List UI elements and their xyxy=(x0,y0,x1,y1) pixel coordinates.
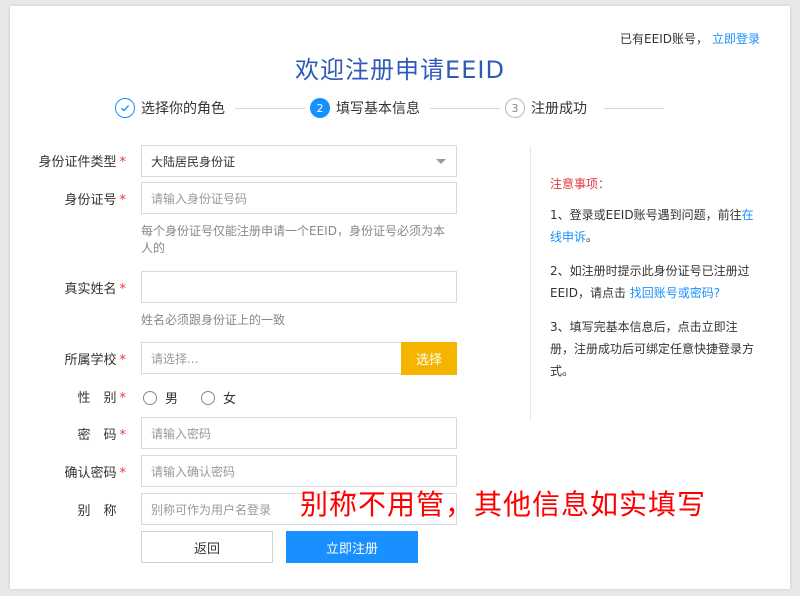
gender-female-radio[interactable]: 女 xyxy=(201,388,236,407)
id-number-label: 身份证号 * xyxy=(26,189,126,208)
radio-circle-icon xyxy=(201,390,215,405)
id-number-placeholder: 请输入身份证号码 xyxy=(151,191,248,206)
notice-title: 注意事项： xyxy=(550,177,611,191)
step-connector xyxy=(235,108,305,109)
select-school-button[interactable]: 选择 xyxy=(401,342,457,375)
registration-card: 已有EEID账号， 立即登录 欢迎注册申请EEID 选择你的角色 2 填写基本信息… xyxy=(10,6,790,589)
step-label: 填写基本信息 xyxy=(336,101,420,117)
school-input[interactable]: 请选择... xyxy=(141,342,403,374)
required-mark: * xyxy=(119,428,127,443)
nickname-label: 别 称* xyxy=(26,500,126,519)
page-title: 欢迎注册申请EEID xyxy=(295,56,505,84)
password-label: 密 码 * xyxy=(26,424,126,443)
school-label: 所属学校 * xyxy=(26,349,126,368)
check-icon xyxy=(115,98,135,118)
step-label: 选择你的角色 xyxy=(141,101,225,117)
step-success: 3 注册成功 xyxy=(505,98,587,118)
id-type-label: 身份证件类型 * xyxy=(26,151,126,170)
step-number: 3 xyxy=(505,98,525,118)
id-number-hint: 每个身份证号仅能注册申请一个EEID，身份证号必须为本人的 xyxy=(141,224,445,255)
step-number: 2 xyxy=(310,98,330,118)
id-type-label-text: 身份证件类型 xyxy=(38,155,117,170)
login-prompt: 已有EEID账号， 立即登录 xyxy=(620,30,760,47)
gender-female-label: 女 xyxy=(223,392,237,407)
step-fill-info: 2 填写基本信息 xyxy=(310,98,420,118)
have-account-text: 已有EEID账号， xyxy=(620,32,708,46)
confirm-password-placeholder: 请输入确认密码 xyxy=(151,464,236,479)
gender-label: 性 别 * xyxy=(26,387,126,406)
real-name-hint: 姓名必须跟身份证上的一致 xyxy=(141,313,286,327)
real-name-label-text: 真实姓名 xyxy=(64,282,117,297)
required-mark: * xyxy=(119,353,127,368)
nickname-label-text: 别 称 xyxy=(77,504,117,519)
required-mark: * xyxy=(119,193,127,208)
school-placeholder: 请选择... xyxy=(151,351,199,366)
required-mark: * xyxy=(119,466,127,481)
id-number-label-text: 身份证号 xyxy=(64,193,117,208)
password-placeholder: 请输入密码 xyxy=(151,426,212,441)
real-name-label: 真实姓名 * xyxy=(26,278,126,297)
confirm-password-label: 确认密码 * xyxy=(26,462,126,481)
notice-item-2: 2、如注册时提示此身份证号已注册过EEID，请点击 找回账号或密码? xyxy=(550,260,760,304)
notice-item-3: 3、填写完基本信息后，点击立即注册，注册成功后可绑定任意快捷登录方式。 xyxy=(550,320,755,378)
gender-male-label: 男 xyxy=(165,392,179,407)
register-button[interactable]: 立即注册 xyxy=(286,531,418,563)
notice-item-1-text: 1、登录或EEID账号遇到问题，前往 xyxy=(550,208,742,222)
id-type-select[interactable]: 大陆居民身份证 xyxy=(141,145,457,177)
required-mark: * xyxy=(119,155,127,170)
id-number-input[interactable]: 请输入身份证号码 xyxy=(141,182,457,214)
nickname-placeholder: 别称可作为用户名登录 xyxy=(151,502,272,517)
radio-circle-icon xyxy=(143,390,157,405)
required-mark: * xyxy=(119,282,127,297)
back-button[interactable]: 返回 xyxy=(141,531,273,563)
red-annotation-text: 别称不用管，其他信息如实填写 xyxy=(300,488,707,521)
real-name-input[interactable] xyxy=(141,271,457,303)
notice-item-1-end: 。 xyxy=(586,230,599,244)
chevron-down-icon xyxy=(436,159,446,164)
notice-item-1: 1、登录或EEID账号遇到问题，前往在线申诉。 xyxy=(550,204,760,248)
step-select-role: 选择你的角色 xyxy=(115,98,225,118)
recover-account-link[interactable]: 找回账号或密码? xyxy=(630,286,720,300)
vertical-divider xyxy=(530,146,531,420)
step-connector xyxy=(604,108,664,109)
required-mark: * xyxy=(119,391,127,406)
id-type-value: 大陆居民身份证 xyxy=(151,154,236,169)
school-label-text: 所属学校 xyxy=(64,353,117,368)
gender-male-radio[interactable]: 男 xyxy=(143,388,178,407)
step-label: 注册成功 xyxy=(531,101,587,117)
password-label-text: 密 码 xyxy=(77,428,117,443)
step-connector xyxy=(430,108,500,109)
password-input[interactable]: 请输入密码 xyxy=(141,417,457,449)
gender-label-text: 性 别 xyxy=(77,391,117,406)
login-link[interactable]: 立即登录 xyxy=(712,32,760,46)
confirm-password-label-text: 确认密码 xyxy=(64,466,117,481)
